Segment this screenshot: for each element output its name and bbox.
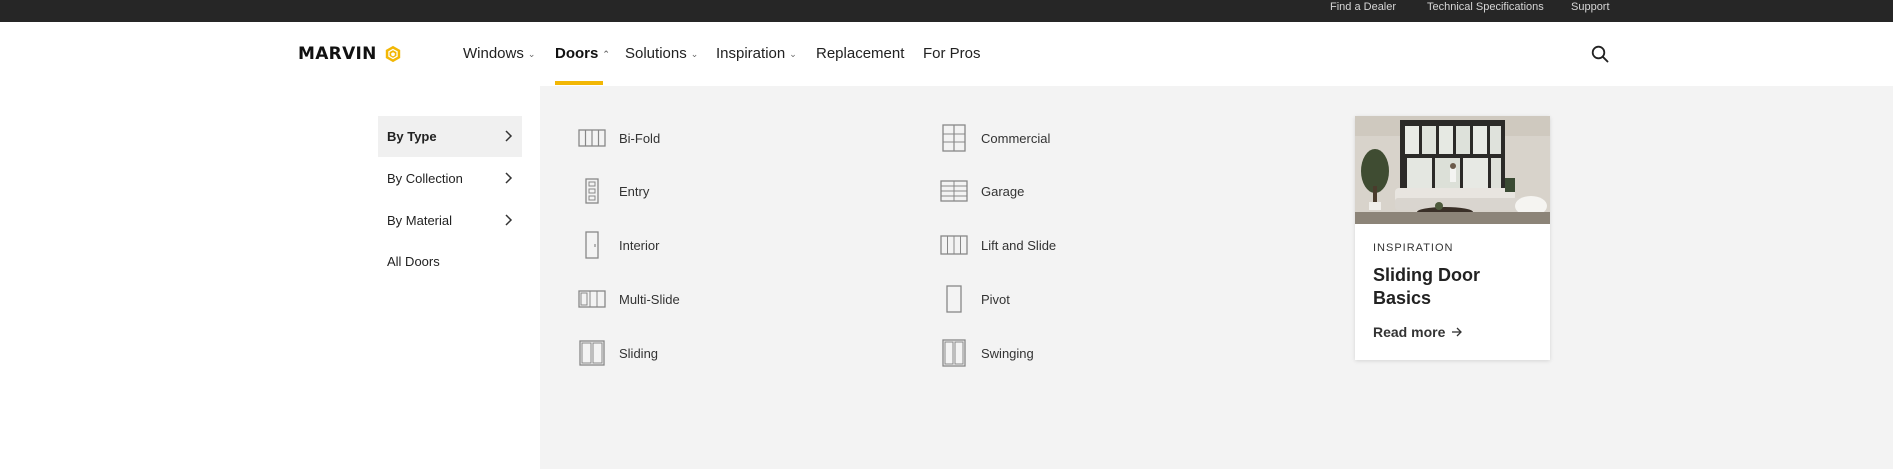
garage-door-icon	[939, 176, 969, 206]
sliding-door-icon	[577, 338, 607, 368]
door-type-label: Multi-Slide	[619, 291, 680, 307]
door-type-lift-and-slide[interactable]: Lift and Slide	[939, 230, 1056, 260]
door-type-garage[interactable]: Garage	[939, 176, 1024, 206]
marvin-logo[interactable]: MARVIN	[298, 44, 402, 64]
active-nav-underline	[555, 81, 603, 85]
nav-replacement-label: Replacement	[816, 45, 905, 62]
support-link[interactable]: Support	[1571, 0, 1610, 15]
living-room-photo	[1355, 116, 1550, 224]
interior-door-icon	[577, 230, 607, 260]
chevron-down-icon: ⌄	[527, 49, 536, 59]
door-type-label: Entry	[619, 183, 650, 199]
read-more-link[interactable]: Read more	[1373, 324, 1463, 340]
door-type-interior[interactable]: Interior	[577, 230, 659, 260]
chevron-down-icon: ⌄	[690, 49, 699, 59]
inspiration-promo-card[interactable]: INSPIRATION Sliding Door Basics Read mor…	[1355, 116, 1550, 360]
door-type-label: Pivot	[981, 291, 1010, 307]
nav-replacement[interactable]: Replacement	[816, 45, 904, 62]
door-type-multi-slide[interactable]: Multi-Slide	[577, 284, 680, 314]
sidebar-item-label: By Type	[387, 129, 437, 144]
read-more-label: Read more	[1373, 324, 1446, 340]
door-type-label: Sliding	[619, 345, 659, 361]
mega-menu-panel	[540, 86, 1893, 469]
technical-specifications-link[interactable]: Technical Specifications	[1427, 0, 1544, 15]
entry-door-icon	[577, 176, 607, 206]
swinging-door-icon	[939, 338, 969, 368]
utility-bar: Find a Dealer Technical Specifications S…	[0, 0, 1893, 22]
nav-windows-label: Windows	[463, 45, 524, 62]
arrow-right-icon	[1452, 327, 1463, 337]
door-type-label: Garage	[981, 183, 1025, 199]
nav-windows[interactable]: Windows ⌄	[463, 45, 535, 62]
nav-for-pros-label: For Pros	[923, 45, 981, 62]
door-type-entry[interactable]: Entry	[577, 176, 649, 206]
door-type-commercial[interactable]: Commercial	[939, 123, 1050, 153]
multi-slide-door-icon	[577, 284, 607, 314]
nav-solutions[interactable]: Solutions ⌄	[625, 45, 698, 62]
chevron-up-icon: ⌃	[602, 49, 610, 59]
nav-inspiration-label: Inspiration	[716, 45, 786, 62]
chevron-right-icon	[505, 130, 513, 142]
logo-wordmark: MARVIN	[298, 44, 377, 64]
sidebar-item-by-material[interactable]: By Material	[378, 200, 522, 241]
sidebar-item-all-doors[interactable]: All Doors	[378, 241, 522, 282]
chevron-right-icon	[505, 172, 513, 184]
bi-fold-door-icon	[577, 123, 607, 153]
find-a-dealer-link[interactable]: Find a Dealer	[1330, 0, 1396, 15]
door-type-label: Interior	[619, 237, 660, 253]
door-type-label: Commercial	[981, 130, 1051, 146]
door-type-label: Bi-Fold	[619, 130, 661, 146]
door-type-bi-fold[interactable]: Bi-Fold	[577, 123, 660, 153]
commercial-door-icon	[939, 123, 969, 153]
sidebar-item-label: All Doors	[387, 254, 440, 269]
nav-doors[interactable]: Doors ⌃	[555, 45, 610, 62]
search-icon[interactable]	[1591, 45, 1609, 63]
card-title: Sliding Door Basics	[1373, 265, 1480, 308]
chevron-right-icon	[505, 214, 513, 226]
sidebar-item-by-collection[interactable]: By Collection	[378, 158, 522, 199]
sidebar-item-label: By Material	[387, 213, 453, 228]
nav-doors-label: Doors	[555, 45, 599, 62]
sidebar-item-by-type[interactable]: By Type	[378, 116, 522, 157]
door-type-pivot[interactable]: Pivot	[939, 284, 1010, 314]
logo-mark-icon	[385, 45, 400, 63]
door-type-label: Lift and Slide	[981, 237, 1057, 253]
nav-solutions-label: Solutions	[625, 45, 687, 62]
door-type-label: Swinging	[981, 345, 1034, 361]
door-type-swinging[interactable]: Swinging	[939, 338, 1034, 368]
nav-for-pros[interactable]: For Pros	[923, 45, 981, 62]
chevron-down-icon: ⌄	[789, 49, 797, 59]
door-type-sliding[interactable]: Sliding	[577, 338, 658, 368]
nav-inspiration[interactable]: Inspiration ⌄	[716, 45, 797, 62]
card-category-tag: INSPIRATION	[1373, 242, 1454, 254]
pivot-door-icon	[939, 284, 969, 314]
lift-and-slide-door-icon	[939, 230, 969, 260]
sidebar-item-label: By Collection	[387, 171, 463, 186]
main-header: MARVIN Windows ⌄ Doors ⌃ Solutions ⌄ Inspir…	[0, 22, 1893, 86]
